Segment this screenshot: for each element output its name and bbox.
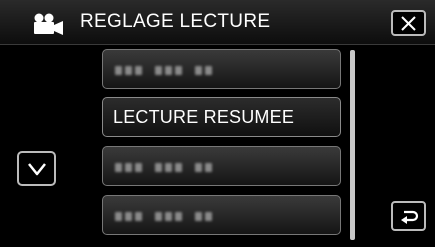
scroll-down-button[interactable] [17, 151, 56, 186]
menu-item-4[interactable] [102, 195, 341, 235]
chevron-down-icon [28, 163, 46, 176]
close-button[interactable] [391, 10, 426, 36]
menu-title: REGLAGE LECTURE [80, 11, 271, 32]
return-arrow-icon [401, 210, 419, 224]
menu-item-3[interactable] [102, 146, 341, 186]
menu-item-1[interactable] [102, 49, 341, 89]
blurred-label [115, 64, 212, 76]
blurred-label [115, 161, 212, 173]
video-camera-icon [34, 13, 63, 35]
back-button[interactable] [391, 201, 426, 231]
scrollbar[interactable] [350, 50, 355, 240]
menu-item-label: LECTURE RESUMEE [113, 107, 295, 127]
blurred-label [115, 210, 212, 222]
menu-header: REGLAGE LECTURE [0, 0, 435, 45]
menu-item-lecture-resumee[interactable]: LECTURE RESUMEE [102, 97, 341, 137]
close-icon [401, 16, 416, 31]
